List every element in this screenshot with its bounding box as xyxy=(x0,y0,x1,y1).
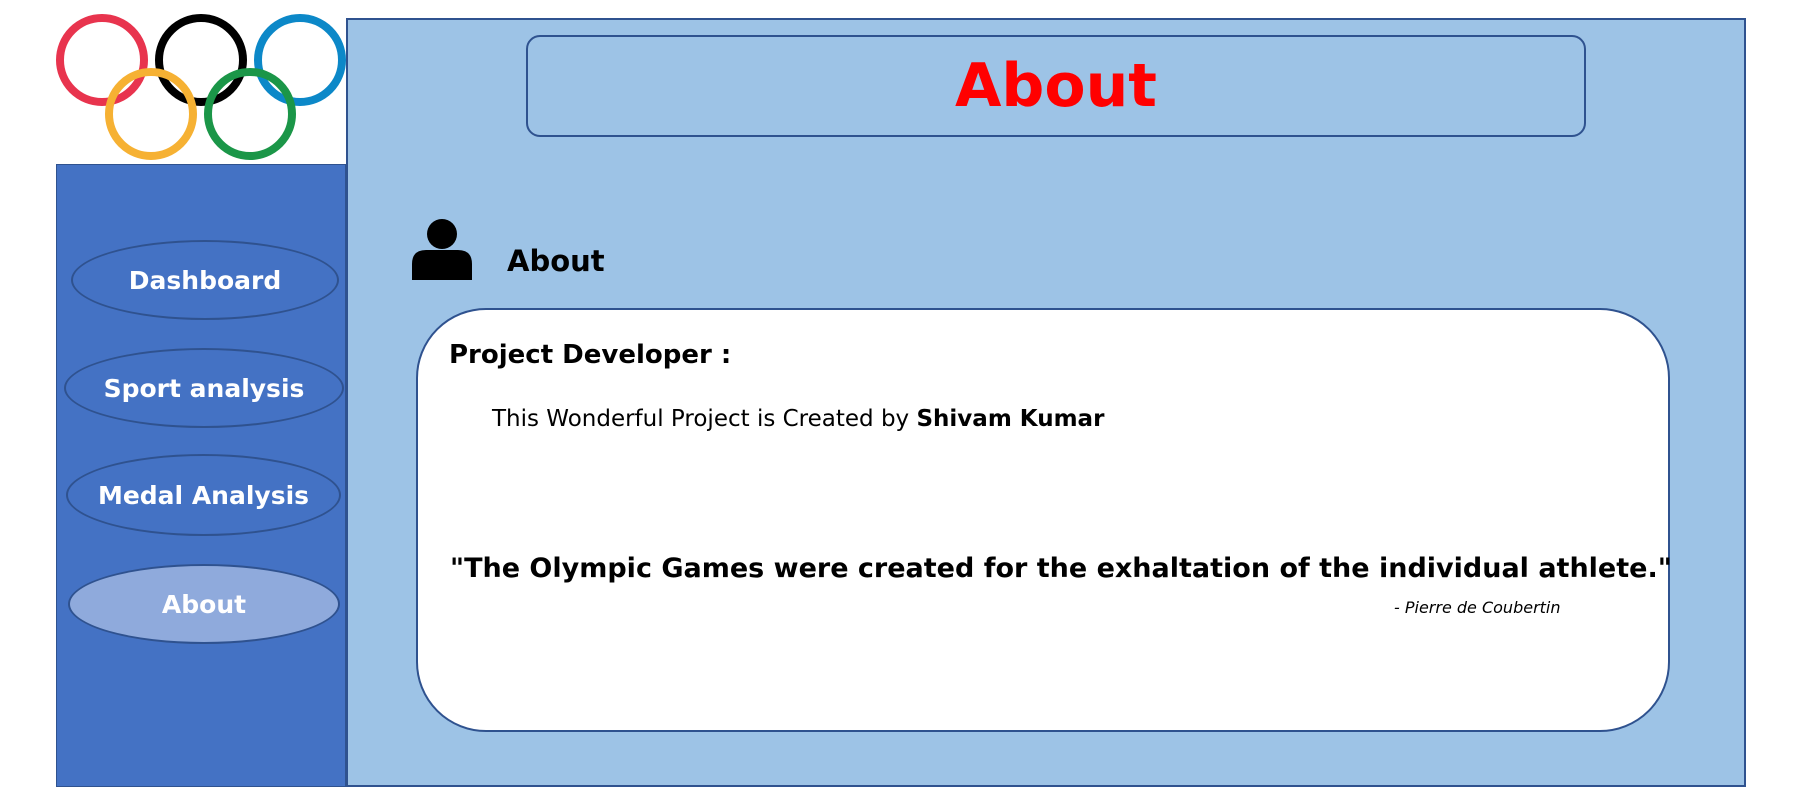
about-card xyxy=(416,308,1670,732)
section-heading: About xyxy=(507,244,605,278)
page-title-box: About xyxy=(526,35,1586,137)
nav-medal-analysis-button[interactable]: Medal Analysis xyxy=(66,454,341,536)
developer-label: Project Developer : xyxy=(449,340,732,370)
olympic-quote: "The Olympic Games were created for the … xyxy=(450,553,1672,584)
nav-about-button[interactable]: About xyxy=(68,564,340,644)
nav-sport-analysis-button[interactable]: Sport analysis xyxy=(64,348,344,428)
developer-credit: This Wonderful Project is Created by Shi… xyxy=(492,406,1104,432)
olympic-rings-icon xyxy=(56,14,346,160)
page-title: About xyxy=(954,51,1157,121)
credit-prefix: This Wonderful Project is Created by xyxy=(492,406,917,432)
user-icon xyxy=(412,219,472,280)
nav-dashboard-button[interactable]: Dashboard xyxy=(71,240,339,320)
developer-name: Shivam Kumar xyxy=(916,406,1105,432)
quote-attribution: - Pierre de Coubertin xyxy=(1394,598,1561,617)
